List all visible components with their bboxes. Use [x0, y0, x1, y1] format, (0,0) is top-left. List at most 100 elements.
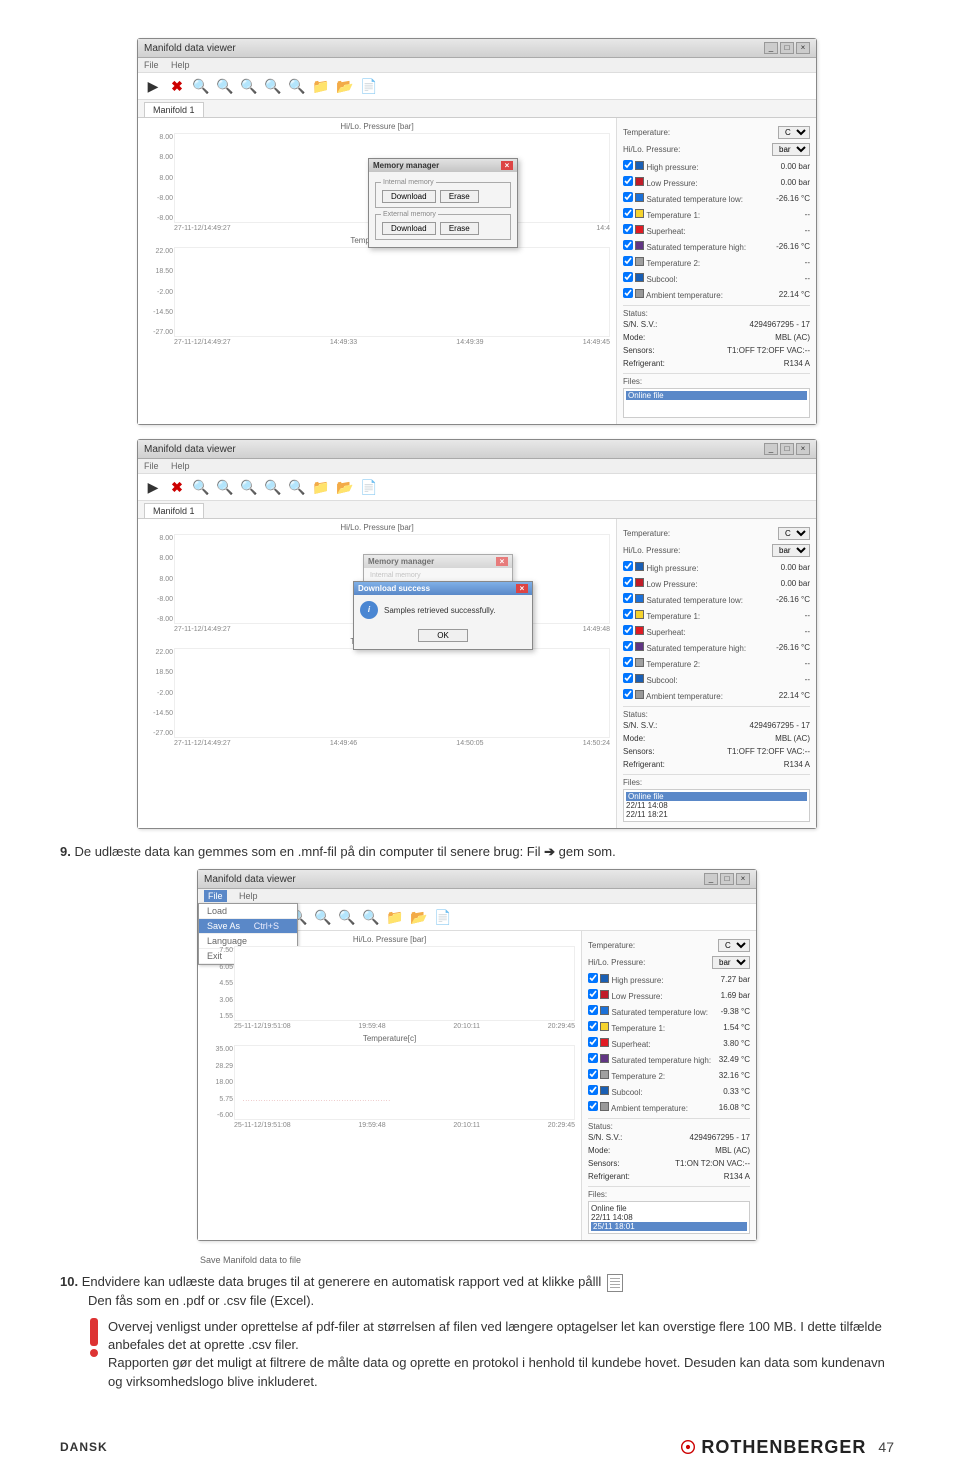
db-icon[interactable]: 📂: [410, 908, 428, 926]
series-checkbox[interactable]: [623, 288, 633, 298]
tab-manifold-1[interactable]: Manifold 1: [144, 503, 204, 518]
zoom-tool-icon[interactable]: 🔍: [288, 478, 306, 496]
zoom-out-icon[interactable]: 🔍: [314, 908, 332, 926]
close-button[interactable]: ×: [796, 42, 810, 54]
list-item[interactable]: Online file: [626, 792, 807, 801]
series-checkbox[interactable]: [623, 192, 633, 202]
list-item[interactable]: 22/11 14:08: [626, 801, 807, 810]
series-checkbox[interactable]: [623, 609, 633, 619]
list-item[interactable]: Online file: [626, 391, 807, 400]
report-icon[interactable]: 📄: [360, 478, 378, 496]
minimize-button[interactable]: _: [704, 873, 718, 885]
series-checkbox[interactable]: [588, 1069, 598, 1079]
zoom-fit-icon[interactable]: 🔍: [240, 478, 258, 496]
files-list[interactable]: Online file 22/11 14:08 22/11 18:21: [623, 789, 810, 822]
series-checkbox[interactable]: [623, 272, 633, 282]
menu-help[interactable]: Help: [171, 461, 190, 471]
zoom-reset-icon[interactable]: 🔍: [362, 908, 380, 926]
press-unit-select[interactable]: bar: [772, 544, 810, 557]
series-checkbox[interactable]: [623, 577, 633, 587]
series-checkbox[interactable]: [588, 989, 598, 999]
close-button[interactable]: ×: [736, 873, 750, 885]
brand-logo-icon: [681, 1440, 695, 1454]
maximize-button[interactable]: □: [780, 42, 794, 54]
series-checkbox[interactable]: [623, 657, 633, 667]
zoom-out-icon[interactable]: 🔍: [216, 478, 234, 496]
menu-help[interactable]: Help: [171, 60, 190, 70]
report-icon[interactable]: 📄: [360, 77, 378, 95]
erase-external-button[interactable]: Erase: [440, 222, 479, 235]
minimize-button[interactable]: _: [764, 443, 778, 455]
series-checkbox[interactable]: [623, 160, 633, 170]
list-item[interactable]: 22/11 18:21: [626, 810, 807, 819]
series-checkbox[interactable]: [588, 1037, 598, 1047]
maximize-button[interactable]: □: [720, 873, 734, 885]
dialog-close-button[interactable]: ×: [496, 557, 508, 566]
zoom-out-icon[interactable]: 🔍: [216, 77, 234, 95]
series-checkbox[interactable]: [623, 208, 633, 218]
x-axis-bottom: 27-11-12/14:49:2714:49:4614:50:0514:50:2…: [174, 740, 610, 747]
temp-unit-select[interactable]: C: [778, 126, 810, 139]
folder-icon[interactable]: 📁: [386, 908, 404, 926]
db-icon[interactable]: 📂: [336, 77, 354, 95]
series-checkbox[interactable]: [623, 224, 633, 234]
files-list[interactable]: Online file 22/11 14:08 25/11 18:01: [588, 1201, 750, 1234]
disconnect-icon[interactable]: ✖: [168, 77, 186, 95]
reading-label: High pressure:: [611, 976, 663, 985]
dialog-close-button[interactable]: ×: [516, 584, 528, 593]
menu-load[interactable]: Load: [199, 904, 297, 919]
series-checkbox[interactable]: [623, 673, 633, 683]
list-item[interactable]: Online file: [591, 1204, 747, 1213]
zoom-in-icon[interactable]: 🔍: [192, 77, 210, 95]
list-item[interactable]: 22/11 14:08: [591, 1213, 747, 1222]
close-button[interactable]: ×: [796, 443, 810, 455]
maximize-button[interactable]: □: [780, 443, 794, 455]
disconnect-icon[interactable]: ✖: [168, 478, 186, 496]
tab-manifold-1[interactable]: Manifold 1: [144, 102, 204, 117]
menu-help[interactable]: Help: [239, 891, 258, 901]
dialog-close-button[interactable]: ×: [501, 161, 513, 170]
series-checkbox[interactable]: [623, 561, 633, 571]
list-item[interactable]: 25/11 18:01: [591, 1222, 747, 1231]
series-checkbox[interactable]: [623, 625, 633, 635]
series-checkbox[interactable]: [623, 240, 633, 250]
report-icon[interactable]: 📄: [434, 908, 452, 926]
zoom-in-icon[interactable]: 🔍: [192, 478, 210, 496]
reading-label: Saturated temperature high:: [611, 1056, 711, 1065]
zoom-tool-icon[interactable]: 🔍: [288, 77, 306, 95]
series-checkbox[interactable]: [623, 689, 633, 699]
ok-button[interactable]: OK: [418, 629, 468, 642]
minimize-button[interactable]: _: [764, 42, 778, 54]
db-icon[interactable]: 📂: [336, 478, 354, 496]
zoom-reset-icon[interactable]: 🔍: [264, 478, 282, 496]
zoom-fit-icon[interactable]: 🔍: [338, 908, 356, 926]
series-checkbox[interactable]: [623, 176, 633, 186]
series-checkbox[interactable]: [623, 593, 633, 603]
series-checkbox[interactable]: [588, 1021, 598, 1031]
menu-file[interactable]: File: [144, 60, 159, 70]
press-unit-select[interactable]: bar: [712, 956, 750, 969]
erase-internal-button[interactable]: Erase: [440, 190, 479, 203]
menu-file[interactable]: File: [144, 461, 159, 471]
press-unit-select[interactable]: bar: [772, 143, 810, 156]
series-checkbox[interactable]: [588, 1053, 598, 1063]
menu-file[interactable]: File: [204, 890, 227, 902]
series-checkbox[interactable]: [623, 641, 633, 651]
folder-icon[interactable]: 📁: [312, 77, 330, 95]
series-checkbox[interactable]: [588, 973, 598, 983]
folder-icon[interactable]: 📁: [312, 478, 330, 496]
files-list[interactable]: Online file: [623, 388, 810, 418]
play-icon[interactable]: ▶: [144, 77, 162, 95]
series-checkbox[interactable]: [623, 256, 633, 266]
zoom-reset-icon[interactable]: 🔍: [264, 77, 282, 95]
play-icon[interactable]: ▶: [144, 478, 162, 496]
series-checkbox[interactable]: [588, 1085, 598, 1095]
series-checkbox[interactable]: [588, 1005, 598, 1015]
window-controls: _ □ ×: [704, 873, 750, 885]
series-checkbox[interactable]: [588, 1101, 598, 1111]
temp-unit-select[interactable]: C: [718, 939, 750, 952]
zoom-fit-icon[interactable]: 🔍: [240, 77, 258, 95]
download-external-button[interactable]: Download: [382, 222, 436, 235]
download-internal-button[interactable]: Download: [382, 190, 436, 203]
temp-unit-select[interactable]: C: [778, 527, 810, 540]
